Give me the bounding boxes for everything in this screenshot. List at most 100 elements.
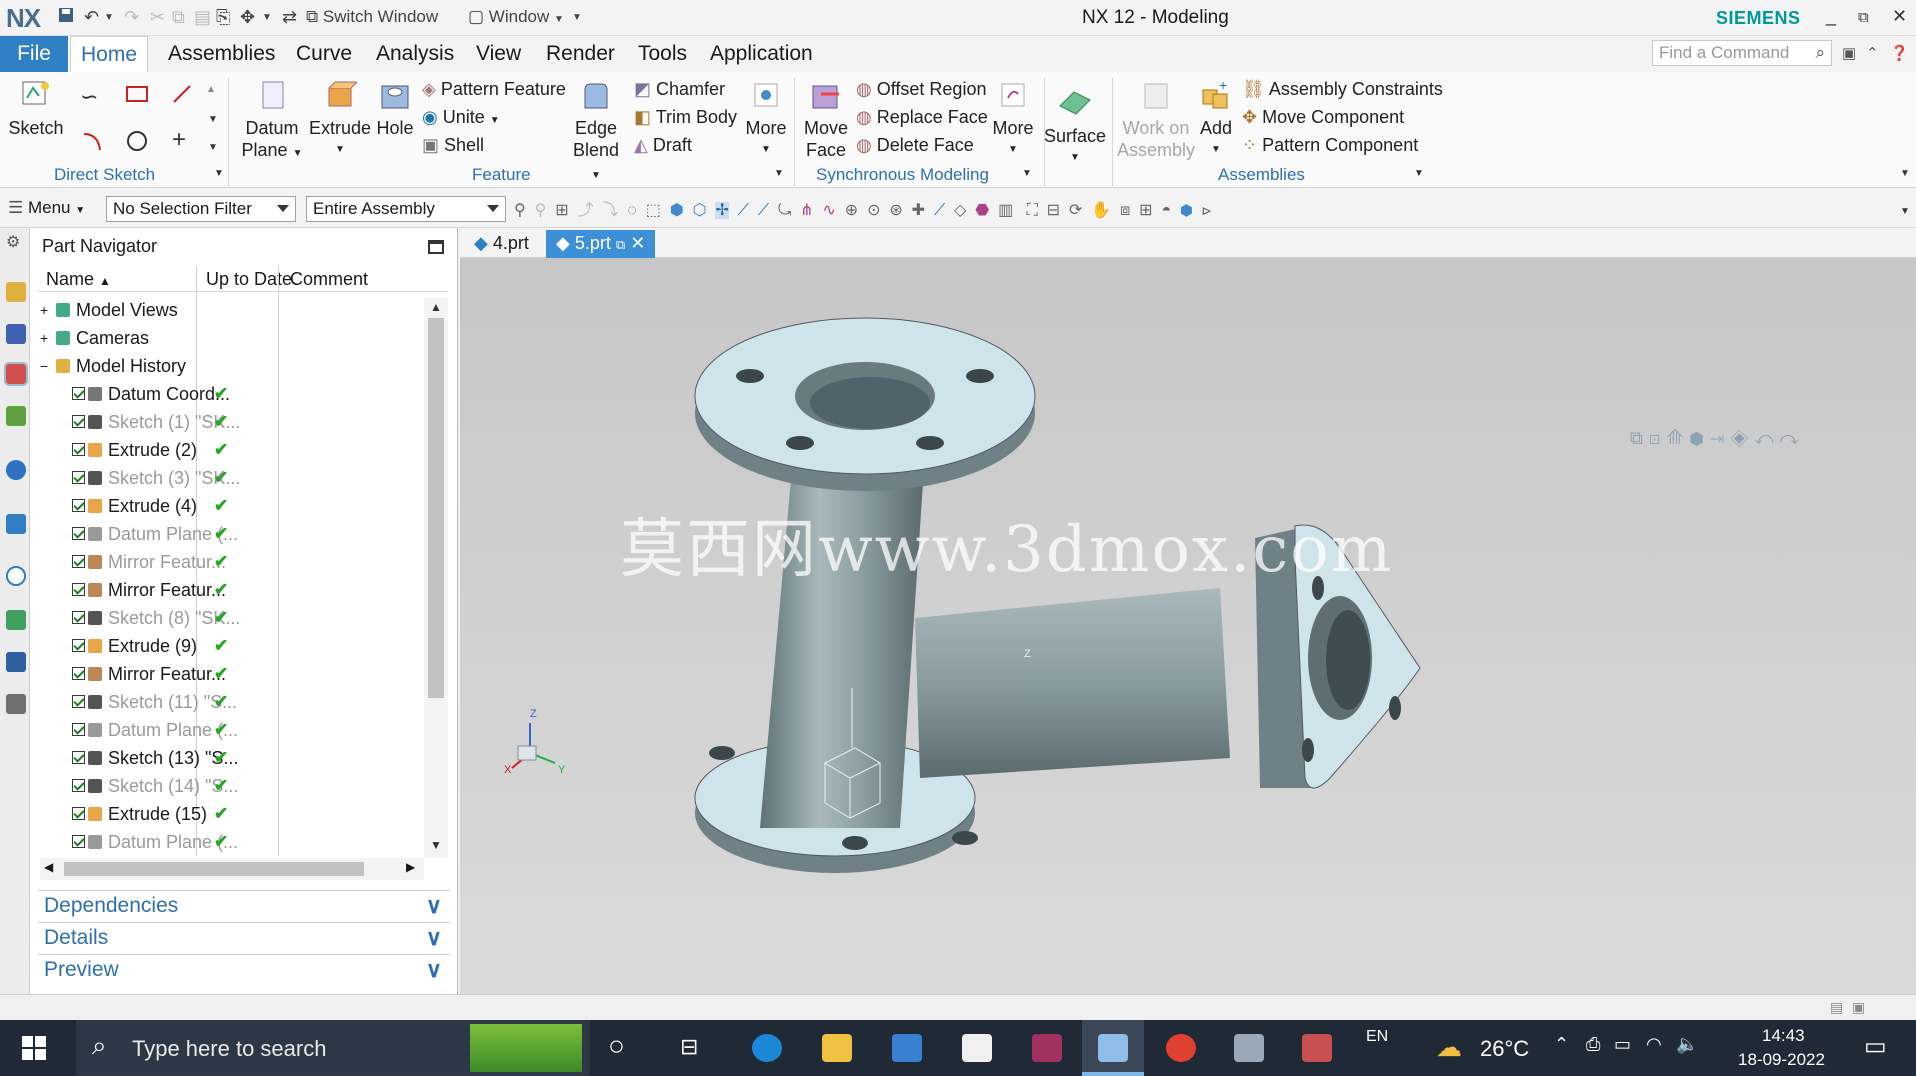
line-icon[interactable] [172, 84, 192, 109]
group-options-icon[interactable]: ▼ [774, 168, 784, 179]
tab-curve[interactable]: Curve [286, 36, 362, 72]
history-icon[interactable] [6, 566, 26, 586]
details-panel[interactable]: Details ∨ [38, 922, 450, 952]
suppress-checkbox[interactable] [72, 583, 85, 596]
undo-dropdown-icon[interactable]: ▼ [104, 12, 114, 23]
tab-tools[interactable]: Tools [628, 36, 697, 72]
suppress-checkbox[interactable] [72, 807, 85, 820]
render-icon[interactable]: ⬢ [1689, 428, 1709, 448]
cut-icon[interactable]: ✂ [150, 7, 165, 28]
notifications-icon[interactable]: ▭ [1864, 1032, 1887, 1061]
tree-row[interactable]: Sketch (3) "SK... ✔ [38, 464, 448, 492]
group-options-icon[interactable]: ▼ [214, 168, 224, 179]
pan-icon[interactable]: ✋ [1091, 202, 1111, 219]
collapse-icon[interactable]: − [40, 352, 48, 380]
taskbar-search-box[interactable]: ⌕ Type here to search [76, 1020, 590, 1076]
tree-row[interactable]: − Model History [38, 352, 448, 380]
link-icon[interactable]: ⇄ [282, 7, 297, 28]
chamfer-button[interactable]: ◩ Chamfer [634, 78, 725, 100]
web-browser-icon[interactable] [6, 514, 26, 534]
rendering-style-icon[interactable]: ◓ [1161, 202, 1171, 219]
existing-point-icon[interactable]: ⊛ [889, 202, 902, 219]
quadrant-icon[interactable]: ⊙ [867, 202, 880, 219]
edge-browser-icon[interactable] [752, 1034, 782, 1062]
undo-view-icon[interactable]: ↶ [1754, 428, 1779, 448]
wifi-icon[interactable]: ◠ [1646, 1034, 1662, 1055]
perspective-icon[interactable]: ⧈ [1120, 202, 1130, 219]
horizontal-scrollbar[interactable]: ◀ ▶ [40, 858, 424, 880]
repeat-command-icon[interactable]: ⎘ [216, 7, 230, 28]
lasso-icon[interactable]: ◌ [627, 202, 637, 219]
feature-more-button[interactable]: More ▼ [742, 78, 790, 161]
extrude-button[interactable]: Extrude ▼ [308, 78, 372, 161]
undo-icon[interactable]: ↶ [84, 7, 99, 28]
resource-bar-settings-icon[interactable]: ⚙ [6, 232, 20, 252]
tree-row[interactable]: Datum Plane (... ✔ [38, 716, 448, 744]
unite-button[interactable]: ◉ Unite ▼ [422, 106, 500, 132]
graphics-window[interactable]: Z X Y Z 莫西网www.3dmox.com ⧉⊡⟰⬢⇥◈↶↷ [460, 258, 1916, 994]
view-orient-icon[interactable]: ⟰ [1666, 428, 1689, 448]
file-explorer-icon[interactable] [822, 1034, 852, 1062]
meet-now-icon[interactable]: ⎙ [1586, 1034, 1600, 1055]
face-icon[interactable]: ⬡ [693, 202, 707, 219]
save-icon[interactable] [58, 7, 74, 28]
tree-row[interactable]: Mirror Featur... ✔ [38, 660, 448, 688]
nx-taskbar-button[interactable] [1082, 1020, 1144, 1076]
fit-icon[interactable]: ⧉ [1630, 428, 1649, 448]
tree-row[interactable]: Mirror Featur... ✔ [38, 576, 448, 604]
tab-home[interactable]: Home [70, 36, 149, 72]
tree-row[interactable]: Sketch (14) "S... ✔ [38, 772, 448, 800]
tree-row[interactable]: Extrude (9) ✔ [38, 632, 448, 660]
suppress-checkbox[interactable] [72, 695, 85, 708]
suppress-checkbox[interactable] [72, 387, 85, 400]
part-model[interactable] [460, 258, 1916, 994]
copy-icon[interactable]: ⧉ [172, 7, 185, 28]
collapse-ribbon-icon[interactable]: ⌃ [1866, 44, 1879, 62]
reuse-library-icon[interactable] [6, 406, 26, 426]
tree-row[interactable]: Datum Plane (... ✔ [38, 520, 448, 548]
selection-scope-dropdown[interactable]: Entire Assembly [306, 196, 506, 222]
tab-analysis[interactable]: Analysis [366, 36, 464, 72]
expand-icon[interactable]: + [40, 324, 48, 352]
window-mode-icon[interactable]: ▣ [1852, 999, 1865, 1016]
process-studio-icon[interactable] [6, 610, 26, 630]
endpoint-icon[interactable]: ⟋ [738, 202, 749, 219]
column-header-name[interactable]: Name ▲ [46, 266, 111, 294]
point-on-curve-icon[interactable]: ✚ [912, 202, 925, 219]
suppress-checkbox[interactable] [72, 639, 85, 652]
weather-icon[interactable]: ☁ [1436, 1032, 1462, 1063]
fit-view-icon[interactable]: ⛶ [1027, 202, 1038, 219]
select-child-icon[interactable]: ⤵ [602, 202, 618, 219]
shell-button[interactable]: ▣ Shell [422, 134, 484, 156]
clock-date[interactable]: 18-09-2022 [1738, 1050, 1825, 1070]
maximize-panel-button[interactable] [428, 240, 444, 254]
scrollbar-thumb[interactable] [428, 318, 444, 698]
replace-face-button[interactable]: ◍ Replace Face [856, 106, 988, 128]
part-navigator-icon[interactable] [4, 362, 28, 386]
redo-view-icon[interactable]: ↷ [1779, 428, 1804, 448]
paint-icon[interactable] [1234, 1034, 1264, 1062]
constraint-navigator-icon[interactable] [6, 324, 26, 344]
expand-icon[interactable]: + [40, 296, 48, 324]
snap-point-icon[interactable]: ✢ [715, 202, 729, 219]
hole-button[interactable]: Hole [372, 78, 418, 139]
window-menu-button[interactable]: ▢ Window ▼ [468, 7, 564, 27]
close-tab-icon[interactable]: ✕ [630, 233, 645, 253]
redo-icon[interactable]: ↷ [124, 7, 139, 28]
scroll-up-icon[interactable]: ▲ [206, 84, 216, 95]
move-face-button[interactable]: Move Face [802, 78, 850, 161]
draft-button[interactable]: ◭ Draft [634, 134, 692, 156]
touch-mode-icon[interactable]: ✥ [240, 7, 255, 28]
full-screen-icon[interactable]: ▤ [1830, 999, 1843, 1016]
pole-icon[interactable]: ⬣ [975, 202, 989, 219]
battery-icon[interactable]: ▭ [1614, 1034, 1631, 1055]
tab-4-prt[interactable]: ◆ 4.prt [464, 230, 539, 258]
volume-icon[interactable]: 🔈 [1676, 1034, 1698, 1055]
move-component-button[interactable]: ✥ Move Component [1242, 106, 1404, 128]
orient-view-icon[interactable]: ⊞ [1139, 202, 1152, 219]
midpoint-icon[interactable]: ⟋ [758, 202, 769, 219]
snipping-tool-icon[interactable] [1302, 1034, 1332, 1062]
surface-button[interactable]: Surface ▼ [1044, 86, 1106, 169]
filter-icon[interactable]: ⊞ [555, 202, 568, 219]
dependencies-panel[interactable]: Dependencies ∨ [38, 890, 450, 920]
